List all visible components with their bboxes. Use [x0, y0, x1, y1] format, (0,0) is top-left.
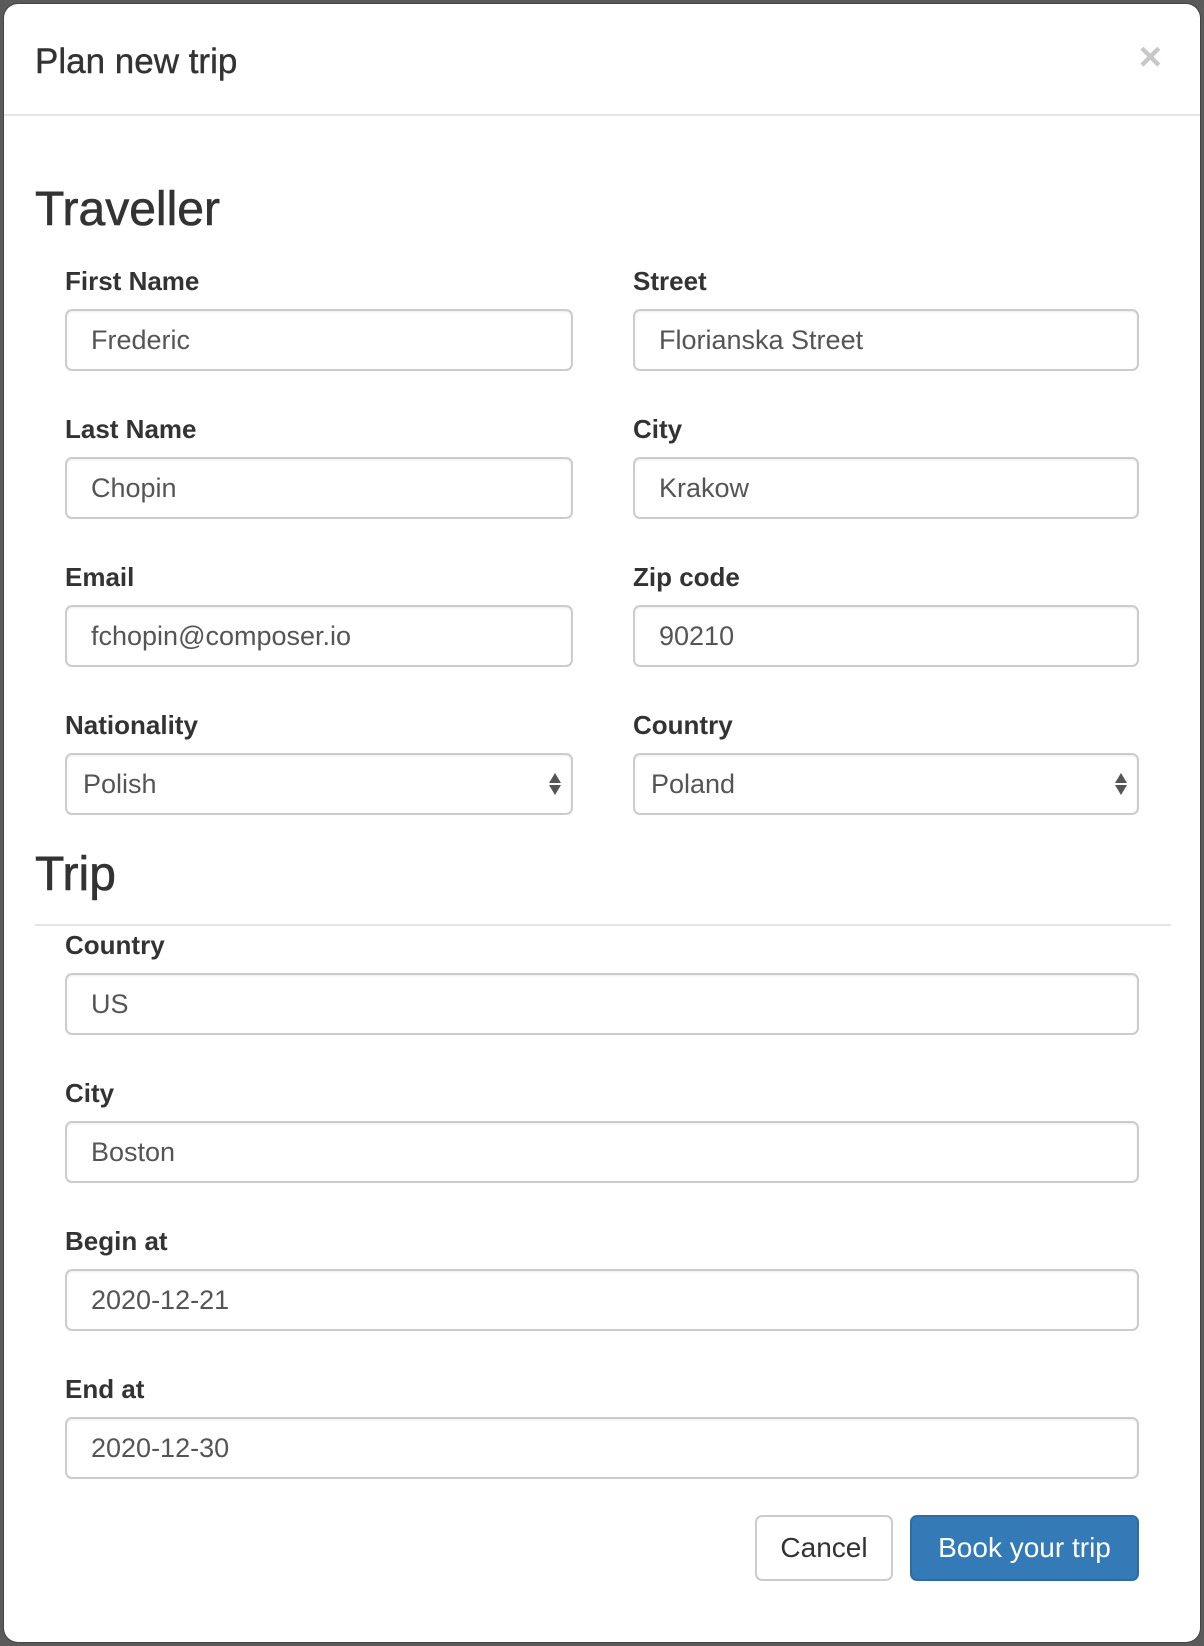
close-icon: × — [1138, 35, 1162, 79]
zip-code-label: Zip code — [633, 562, 740, 592]
email-value: fchopin@composer.io — [91, 620, 352, 651]
trip-city-input[interactable]: Boston — [65, 1121, 1139, 1183]
begin-at-input[interactable]: 2020-12-21 — [65, 1269, 1139, 1331]
country-value: Poland — [651, 768, 736, 799]
first-name-input[interactable]: Frederic — [65, 309, 573, 371]
first-name-label: First Name — [65, 266, 200, 296]
cancel-button[interactable]: Cancel — [755, 1515, 893, 1581]
trip-country-value: US — [91, 988, 129, 1019]
select-arrows-icon — [1115, 773, 1127, 795]
trip-city-label: City — [65, 1078, 115, 1108]
city-value: Krakow — [659, 472, 750, 503]
book-trip-button[interactable]: Book your trip — [910, 1515, 1139, 1581]
begin-at-label: Begin at — [65, 1226, 168, 1256]
close-button[interactable]: × — [1139, 37, 1162, 77]
modal-title: Plan new trip — [35, 42, 238, 81]
street-value: Florianska Street — [659, 324, 864, 355]
trip-city-value: Boston — [91, 1136, 176, 1167]
email-label: Email — [65, 562, 135, 592]
nationality-select[interactable]: Polish — [65, 753, 573, 815]
trip-divider — [35, 924, 1171, 926]
nationality-label: Nationality — [65, 710, 198, 740]
end-at-input[interactable]: 2020-12-30 — [65, 1417, 1139, 1479]
trip-heading: Trip — [35, 848, 116, 902]
select-arrows-icon — [549, 773, 561, 795]
nationality-value: Polish — [83, 768, 157, 799]
trip-country-label: Country — [65, 930, 165, 960]
email-input[interactable]: fchopin@composer.io — [65, 605, 573, 667]
last-name-input[interactable]: Chopin — [65, 457, 573, 519]
end-at-value: 2020-12-30 — [91, 1432, 230, 1463]
zip-code-input[interactable]: 90210 — [633, 605, 1139, 667]
modal-header: Plan new trip × — [4, 4, 1200, 116]
street-label: Street — [633, 266, 707, 296]
last-name-label: Last Name — [65, 414, 197, 444]
first-name-value: Frederic — [91, 324, 191, 355]
trip-country-input[interactable]: US — [65, 973, 1139, 1035]
country-label: Country — [633, 710, 733, 740]
plan-trip-modal: Plan new trip × Traveller First Name Fre… — [4, 4, 1200, 1642]
end-at-label: End at — [65, 1374, 145, 1404]
begin-at-value: 2020-12-21 — [91, 1284, 230, 1315]
street-input[interactable]: Florianska Street — [633, 309, 1139, 371]
country-select[interactable]: Poland — [633, 753, 1139, 815]
traveller-heading: Traveller — [35, 183, 221, 237]
city-label: City — [633, 414, 683, 444]
city-input[interactable]: Krakow — [633, 457, 1139, 519]
zip-code-value: 90210 — [659, 620, 735, 651]
last-name-value: Chopin — [91, 472, 177, 503]
